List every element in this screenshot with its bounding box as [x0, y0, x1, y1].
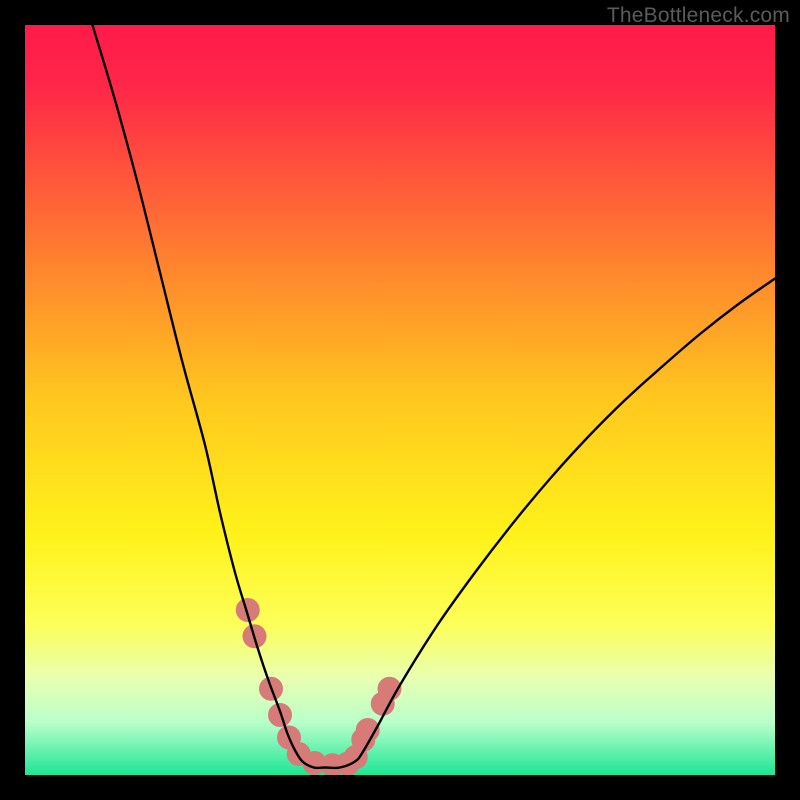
chart-svg [25, 25, 775, 775]
marker-dot [268, 703, 292, 727]
plot-area [25, 25, 775, 775]
chart-frame: TheBottleneck.com [0, 0, 800, 800]
watermark-text: TheBottleneck.com [607, 4, 790, 28]
gradient-background [25, 25, 775, 775]
